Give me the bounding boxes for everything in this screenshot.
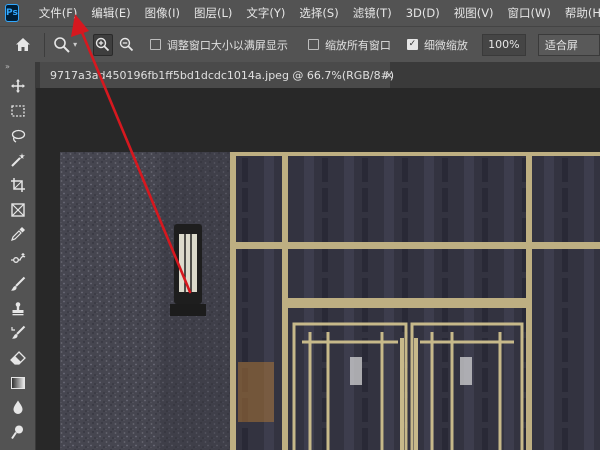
menu-file[interactable]: 文件(F) <box>39 5 78 21</box>
scrubby-zoom-option[interactable]: ✓ 细微缩放 <box>406 37 468 53</box>
menu-view[interactable]: 视图(V) <box>454 5 494 21</box>
brush-tool[interactable] <box>0 272 36 297</box>
blur-tool[interactable] <box>0 395 36 420</box>
divider <box>44 32 46 57</box>
history-brush-tool[interactable] <box>0 321 36 346</box>
document-tab[interactable]: 9717a3ad450196fb1ff5bd1dcdc1014a.jpeg @ … <box>40 62 394 88</box>
gradient-tool[interactable] <box>0 370 36 395</box>
history-brush-icon <box>11 326 26 339</box>
options-bar: ▾ 调整窗口大小以满屏显示 缩放所有窗口 ✓ 细微缩放 100% 适合屏 <box>0 26 600 62</box>
zoom-out-button[interactable] <box>117 34 136 56</box>
chevron-down-icon: ▾ <box>73 40 78 49</box>
brush-icon <box>11 276 26 291</box>
quick-select-icon <box>11 153 25 168</box>
menu-select[interactable]: 选择(S) <box>299 5 338 21</box>
home-button[interactable] <box>10 31 36 59</box>
quick-select-tool[interactable] <box>0 148 36 173</box>
eraser-icon <box>10 350 26 365</box>
marquee-tool[interactable] <box>0 99 36 124</box>
photoshop-logo: Ps <box>5 4 19 22</box>
frame-tool[interactable] <box>0 197 36 222</box>
close-icon[interactable]: × <box>384 68 394 82</box>
zoom-all-windows-checkbox[interactable] <box>307 39 319 50</box>
resize-windows-option[interactable]: 调整窗口大小以满屏显示 <box>149 37 288 53</box>
tool-preset-picker[interactable]: ▾ <box>53 36 93 54</box>
lasso-tool[interactable] <box>0 123 36 148</box>
healing-tool[interactable] <box>0 247 36 272</box>
toolbox: » <box>0 62 36 450</box>
menu-filter[interactable]: 滤镜(T) <box>353 5 392 21</box>
blur-icon <box>13 400 23 415</box>
fit-screen-button[interactable]: 适合屏 <box>537 33 600 56</box>
eyedropper-icon <box>11 227 25 242</box>
dodge-tool[interactable] <box>0 420 36 445</box>
home-icon <box>16 38 31 51</box>
menu-window[interactable]: 窗口(W) <box>508 5 551 21</box>
move-tool[interactable] <box>0 74 36 99</box>
zoom-out-icon <box>119 37 133 52</box>
lasso-icon <box>11 129 26 143</box>
healing-icon <box>11 253 26 264</box>
crop-tool[interactable] <box>0 173 36 198</box>
marquee-icon <box>11 105 25 117</box>
dodge-icon <box>11 425 23 440</box>
resize-windows-checkbox[interactable] <box>149 39 161 50</box>
document-tab-bar: 9717a3ad450196fb1ff5bd1dcdc1014a.jpeg @ … <box>36 62 600 88</box>
zoom-percent-button[interactable]: 100% <box>481 33 526 56</box>
zoom-all-windows-label: 缩放所有窗口 <box>324 38 391 52</box>
zoom-tool-icon <box>54 36 70 53</box>
stamp-icon <box>12 301 24 315</box>
gradient-icon <box>11 376 25 389</box>
menu-bar: Ps 文件(F) 编辑(E) 图像(I) 图层(L) 文字(Y) 选择(S) 滤… <box>0 0 600 26</box>
move-icon <box>11 79 25 94</box>
zoom-in-button[interactable] <box>93 33 113 56</box>
frame-icon <box>11 203 25 217</box>
crop-icon <box>11 178 25 193</box>
zoom-in-icon <box>96 37 110 52</box>
menu-type[interactable]: 文字(Y) <box>246 5 285 21</box>
scrubby-zoom-label: 细微缩放 <box>423 38 468 52</box>
stamp-tool[interactable] <box>0 296 36 321</box>
menu-image[interactable]: 图像(I) <box>145 5 180 21</box>
menu-edit[interactable]: 编辑(E) <box>91 5 130 21</box>
document-image[interactable] <box>60 152 600 450</box>
eraser-tool[interactable] <box>0 346 36 371</box>
eyedropper-tool[interactable] <box>0 222 36 247</box>
zoom-all-windows-option[interactable]: 缩放所有窗口 <box>307 37 391 53</box>
menu-3d[interactable]: 3D(D) <box>406 6 440 20</box>
menu-help[interactable]: 帮助(H) <box>565 5 600 21</box>
scrubby-zoom-checkbox[interactable]: ✓ <box>406 39 418 50</box>
canvas-area[interactable] <box>36 88 600 450</box>
menu-layer[interactable]: 图层(L) <box>194 5 232 21</box>
resize-windows-label: 调整窗口大小以满屏显示 <box>166 38 288 52</box>
toolbox-collapse-icon[interactable]: » <box>0 62 35 74</box>
document-title: 9717a3ad450196fb1ff5bd1dcdc1014a.jpeg @ … <box>50 68 395 82</box>
